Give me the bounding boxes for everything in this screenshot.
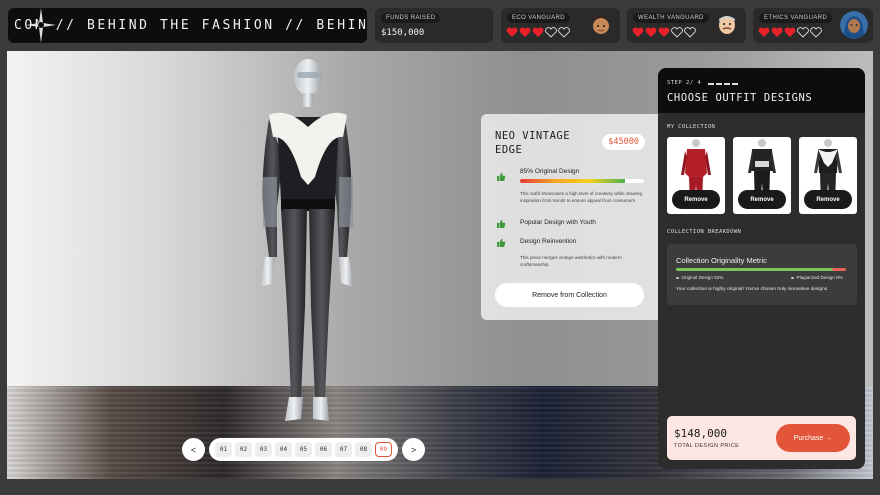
panel-title: CHOOSE OUTFIT DESIGNS <box>667 92 813 104</box>
heart-empty-icon <box>558 27 570 38</box>
design-price: $45000 <box>602 134 645 150</box>
page-05-button[interactable]: 05 <box>295 442 312 457</box>
heart-full-icon <box>771 27 783 37</box>
heart-full-icon <box>519 27 531 37</box>
heart-empty-icon <box>671 27 683 38</box>
mannequin-model <box>261 59 353 421</box>
ethics-vanguard-label: ETHICS VANGUARD <box>759 13 833 23</box>
total-price-value: $148,000 <box>674 427 727 440</box>
panel-header: STEP 2/ 4 CHOOSE OUTFIT DESIGNS <box>658 68 865 113</box>
page-02-button[interactable]: 02 <box>235 442 252 457</box>
collection-panel: STEP 2/ 4 CHOOSE OUTFIT DESIGNS MY COLLE… <box>658 68 865 469</box>
eco-vanguard-label: ECO VANGUARD <box>507 13 571 23</box>
app-page: CON // BEHIND THE FASHION // BEHIND THE … <box>0 0 880 495</box>
wealth-avatar-icon <box>713 11 741 39</box>
thumbs-up-icon <box>497 219 506 228</box>
page-08-button[interactable]: 08 <box>355 442 372 457</box>
marquee-text: CON // BEHIND THE FASHION // BEHIND THE … <box>14 18 367 33</box>
heart-full-icon <box>784 27 796 37</box>
collection-item: Remove <box>667 137 725 214</box>
step-indicator: STEP 2/ 4 <box>667 80 702 86</box>
original-legend: Original Design 92% <box>676 275 724 280</box>
ethics-hearts <box>758 27 822 38</box>
my-collection-label: MY COLLECTION <box>667 124 716 130</box>
heart-full-icon <box>658 27 670 37</box>
originality-desc: This outfit showcases a high level of cr… <box>520 191 643 203</box>
purchase-button[interactable]: Purchase → <box>776 424 850 452</box>
popularity-title: Popular Design with Youth <box>520 219 596 226</box>
step-dash <box>724 83 730 85</box>
step-dash <box>732 83 738 85</box>
ethics-vanguard-card: ETHICS VANGUARD <box>753 8 873 43</box>
step-dash <box>708 83 714 85</box>
collection-item: Remove <box>799 137 857 214</box>
heart-full-icon <box>645 27 657 37</box>
remove-from-collection-button[interactable]: Remove from Collection <box>495 283 644 307</box>
total-price-box: $148,000 TOTAL DESIGN PRICE Purchase → <box>667 416 856 460</box>
reinvention-title: Design Reinvention <box>520 238 577 245</box>
remove-item-button[interactable]: Remove <box>804 190 852 209</box>
remove-item-button[interactable]: Remove <box>738 190 786 209</box>
wealth-vanguard-card: WEALTH VANGUARD <box>627 8 746 43</box>
outfit-pager: 01 02 03 04 05 06 07 08 09 <box>209 438 398 461</box>
remove-item-button[interactable]: Remove <box>672 190 720 209</box>
originality-title: 85% Original Design <box>520 168 580 175</box>
reinvention-desc: This piece merges vintage aesthetics wit… <box>520 255 622 267</box>
page-09-button[interactable]: 09 <box>375 442 392 457</box>
ethics-avatar-icon <box>840 11 868 39</box>
star-logo-icon <box>26 8 56 43</box>
metric-title: Collection Originality Metric <box>676 256 767 265</box>
title-marquee: CON // BEHIND THE FASHION // BEHIND THE … <box>8 8 367 43</box>
wealth-hearts <box>632 27 696 38</box>
funds-label: FUNDS RAISED <box>381 13 441 23</box>
metric-note: Your collection is highly original! You'… <box>676 287 829 292</box>
funds-value: $150,000 <box>381 28 425 38</box>
total-price-label: TOTAL DESIGN PRICE <box>674 443 740 449</box>
heart-full-icon <box>506 27 518 37</box>
originality-meter-fill <box>520 179 626 183</box>
page-03-button[interactable]: 03 <box>255 442 272 457</box>
wealth-vanguard-label: WEALTH VANGUARD <box>633 13 709 23</box>
thumbs-up-icon <box>497 172 506 181</box>
page-06-button[interactable]: 06 <box>315 442 332 457</box>
design-title: NEO VINTAGE EDGE <box>495 130 571 156</box>
next-page-button[interactable]: > <box>402 438 425 461</box>
heart-full-icon <box>532 27 544 37</box>
originality-metric-box: Collection Originality Metric Original D… <box>667 244 857 305</box>
collection-breakdown-label: COLLECTION BREAKDOWN <box>667 229 742 235</box>
eco-avatar-icon <box>587 11 615 39</box>
eco-vanguard-card: ECO VANGUARD <box>501 8 620 43</box>
page-01-button[interactable]: 01 <box>215 442 232 457</box>
page-07-button[interactable]: 07 <box>335 442 352 457</box>
collection-item: Remove <box>733 137 791 214</box>
plagiarized-legend: Plagiarized Design 8% <box>791 275 843 280</box>
heart-empty-icon <box>797 27 809 38</box>
prev-page-button[interactable]: < <box>182 438 205 461</box>
originality-meter <box>520 179 644 183</box>
funds-raised-card: FUNDS RAISED $150,000 <box>375 8 493 43</box>
page-04-button[interactable]: 04 <box>275 442 292 457</box>
heart-full-icon <box>758 27 770 37</box>
heart-empty-icon <box>810 27 822 38</box>
heart-empty-icon <box>545 27 557 38</box>
step-dash <box>716 83 722 85</box>
eco-hearts <box>506 27 570 38</box>
design-info-card: NEO VINTAGE EDGE $45000 85% Original Des… <box>481 114 665 320</box>
heart-empty-icon <box>684 27 696 38</box>
heart-full-icon <box>632 27 644 37</box>
thumbs-up-icon <box>497 238 506 247</box>
originality-split-bar <box>676 268 846 271</box>
